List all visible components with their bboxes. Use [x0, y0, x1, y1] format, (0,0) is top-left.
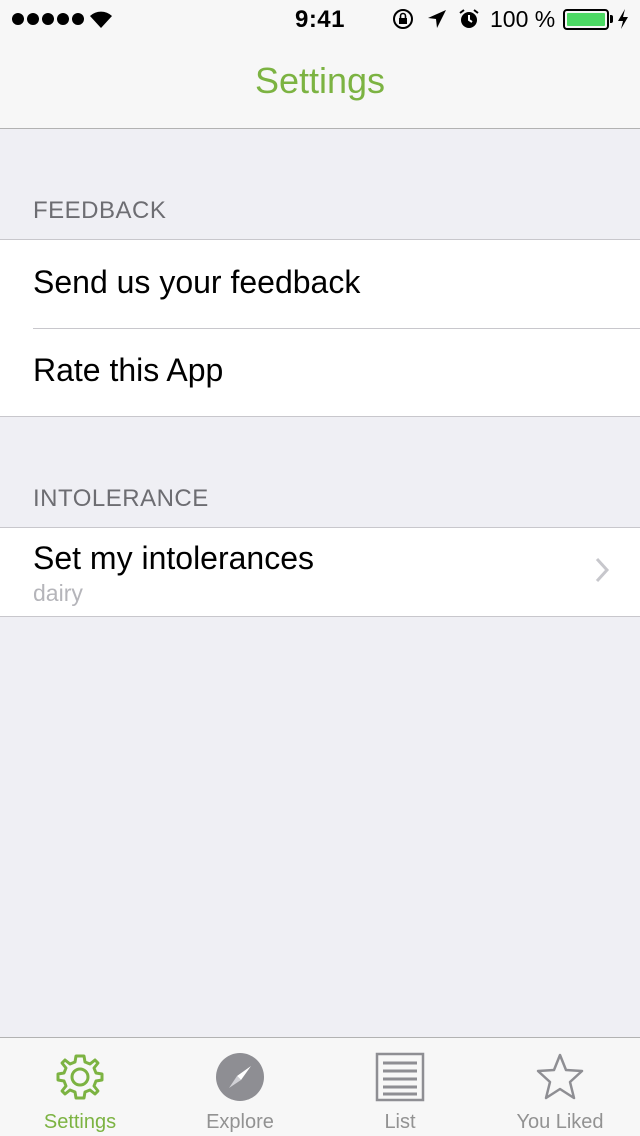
tab-list[interactable]: List	[320, 1038, 480, 1136]
tab-explore-label: Explore	[206, 1111, 274, 1133]
tab-bar: Settings Explore List You Liked	[0, 1037, 640, 1136]
tab-you-liked[interactable]: You Liked	[480, 1038, 640, 1136]
rate-app-row[interactable]: Rate this App	[0, 328, 640, 416]
feedback-group: Send us your feedback Rate this App	[0, 239, 640, 417]
set-intolerances-row[interactable]: Set my intolerances dairy	[0, 528, 640, 616]
battery-tip	[610, 15, 613, 23]
chevron-right-icon	[595, 557, 610, 583]
battery-percent: 100 %	[490, 6, 556, 32]
rate-app-label: Rate this App	[33, 352, 224, 388]
top-bar: 9:41 100 % Settings	[0, 0, 640, 129]
alarm-icon	[459, 9, 479, 28]
list-icon	[375, 1052, 425, 1102]
location-arrow-icon	[428, 10, 446, 28]
battery-icon	[563, 9, 609, 30]
section-header-feedback: FEEDBACK	[33, 197, 167, 224]
tab-list-label: List	[384, 1111, 416, 1133]
send-feedback-row[interactable]: Send us your feedback	[0, 240, 640, 328]
gear-icon	[56, 1054, 104, 1100]
star-icon	[536, 1053, 584, 1100]
tab-you-liked-label: You Liked	[516, 1111, 604, 1133]
tab-settings-label: Settings	[43, 1111, 117, 1133]
page-title: Settings	[254, 60, 386, 101]
tab-settings[interactable]: Settings	[0, 1038, 160, 1136]
charging-bolt-icon	[618, 9, 628, 29]
set-intolerances-label: Set my intolerances	[33, 540, 315, 576]
status-bar: 9:41 100 %	[0, 0, 640, 40]
intolerances-detail: dairy	[33, 580, 83, 606]
section-header-intolerance: INTOLERANCE	[33, 485, 209, 512]
battery-level	[567, 13, 605, 26]
rotation-lock-icon	[393, 9, 413, 29]
send-feedback-label: Send us your feedback	[33, 264, 361, 300]
tab-explore[interactable]: Explore	[160, 1038, 320, 1136]
settings-screen: 9:41 100 % Settings FEEDBACK Send us you…	[0, 0, 640, 1136]
intolerance-group: Set my intolerances dairy	[0, 527, 640, 617]
compass-icon	[216, 1053, 264, 1101]
